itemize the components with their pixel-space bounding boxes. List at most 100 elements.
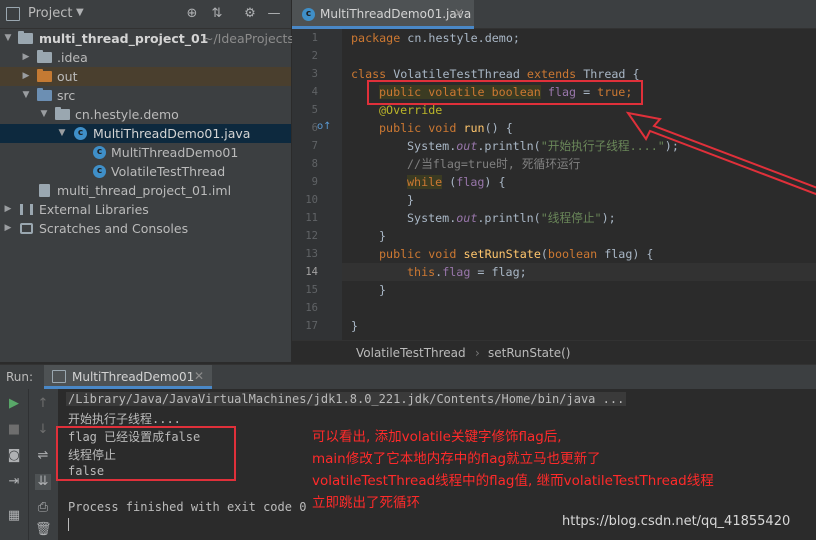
scroll-to-end-icon[interactable]: ⇊ [35, 474, 51, 490]
token: class [351, 67, 387, 81]
tree-item-label: multi_thread_project_01 [39, 31, 209, 46]
code-line-15: } [379, 281, 386, 299]
collapsed-arrow-icon[interactable]: ▶ [21, 48, 31, 67]
run-panel-header: Run: MultiThreadDemo01 ✕ [0, 364, 816, 389]
print-icon[interactable]: ⎙ [35, 500, 51, 516]
tab-multithreaddemo01[interactable]: c MultiThreadDemo01.java ✕ [292, 0, 474, 29]
class-icon: c [93, 146, 106, 159]
trash-icon[interactable]: 🗑 [35, 522, 52, 538]
token: VolatileTestThread [386, 67, 527, 81]
folder-icon [37, 88, 52, 101]
breadcrumb-separator-icon: › [475, 346, 480, 360]
override-marker-icon[interactable]: o↑ [317, 121, 332, 132]
line-number: 14 [305, 266, 318, 278]
tree-item-java-file[interactable]: ▼ c MultiThreadDemo01.java [0, 124, 291, 143]
expand-arrow-icon[interactable]: ▼ [39, 105, 49, 124]
token: System. [407, 211, 457, 225]
java-file-icon: c [302, 8, 315, 21]
expand-arrow-icon[interactable]: ▼ [3, 29, 13, 48]
project-panel-title[interactable]: Project [28, 6, 72, 21]
tree-item-external-libraries[interactable]: ▶ External Libraries [0, 200, 291, 219]
token: } [379, 283, 387, 297]
line-number: 4 [311, 86, 318, 98]
line-number: 5 [311, 104, 318, 116]
line-number: 11 [305, 212, 318, 224]
breadcrumb-item[interactable]: VolatileTestThread [356, 341, 466, 365]
token: run [463, 121, 485, 135]
collapsed-arrow-icon[interactable]: ▶ [21, 67, 31, 86]
chevron-down-icon[interactable]: ▼ [76, 7, 84, 18]
tree-item-class-main[interactable]: c MultiThreadDemo01 [0, 143, 291, 162]
tree-item-out[interactable]: ▶ out [0, 67, 291, 86]
tree-item-label: .idea [57, 50, 88, 65]
tree-item-label: out [57, 69, 78, 84]
token: () { [484, 121, 513, 135]
token: .println( [477, 139, 541, 153]
run-tab[interactable]: MultiThreadDemo01 ✕ [44, 365, 212, 389]
line-number: 2 [311, 50, 318, 62]
tree-item-class-volatile[interactable]: c VolatileTestThread [0, 162, 291, 181]
run-toolbar-divider [28, 389, 29, 540]
close-icon[interactable]: ✕ [454, 6, 464, 20]
line-number: 15 [305, 284, 318, 296]
collapsed-arrow-icon[interactable]: ▶ [3, 200, 13, 219]
rerun-icon[interactable]: ▶ [6, 396, 22, 412]
tab-label: MultiThreadDemo01.java [320, 7, 472, 21]
token: ( [540, 247, 548, 261]
token: flag [442, 265, 471, 279]
soft-wrap-icon[interactable]: ⇌ [35, 448, 51, 464]
token: } [379, 229, 387, 243]
tree-item-scratches[interactable]: ▶ Scratches and Consoles [0, 219, 291, 238]
up-icon[interactable]: ↑ [35, 396, 51, 412]
token: this [407, 265, 436, 279]
down-icon[interactable]: ↓ [35, 422, 51, 438]
token: setRunState [463, 247, 541, 261]
token: } [407, 193, 415, 207]
locate-icon[interactable]: ⊕ [184, 6, 200, 22]
package-icon [55, 107, 70, 120]
tree-item-project-root[interactable]: ▼ multi_thread_project_01 ~/IdeaProjects [0, 29, 294, 48]
code-line-12: } [379, 227, 386, 245]
scratches-icon [20, 223, 33, 234]
tree-item-idea[interactable]: ▶ .idea [0, 48, 291, 67]
tree-item-label: MultiThreadDemo01.java [93, 126, 251, 141]
folder-icon [37, 69, 52, 82]
library-icon [20, 204, 33, 215]
camera-icon[interactable]: ◙ [6, 448, 22, 464]
folder-icon [37, 50, 52, 63]
hide-panel-icon[interactable]: — [266, 6, 282, 22]
exit-icon[interactable]: ⇥ [6, 474, 22, 490]
collapsed-arrow-icon[interactable]: ▶ [3, 219, 13, 238]
class-icon: c [93, 165, 106, 178]
token: ); [601, 211, 616, 225]
token: //当flag=true时, 死循环运行 [407, 157, 581, 171]
code-line-13: public void setRunState(boolean flag) { [379, 245, 653, 263]
project-view-icon[interactable] [6, 7, 20, 21]
tree-item-src[interactable]: ▼ src [0, 86, 291, 105]
java-file-icon: c [74, 127, 87, 140]
tree-item-package[interactable]: ▼ cn.hestyle.demo [0, 105, 291, 124]
stop-icon[interactable]: ■ [6, 422, 22, 438]
gear-icon[interactable]: ⚙ [242, 6, 258, 22]
tree-item-iml[interactable]: multi_thread_project_01.iml [0, 181, 291, 200]
token: public void [379, 247, 457, 261]
token: ) { [484, 175, 506, 189]
token: flag [456, 175, 485, 189]
token: public void [379, 121, 457, 135]
expand-arrow-icon[interactable]: ▼ [57, 124, 67, 143]
token: ( [442, 175, 457, 189]
tree-item-label: MultiThreadDemo01 [111, 145, 239, 160]
project-panel-header: Project ▼ ⊕ ⇅ ⚙ — [0, 0, 291, 29]
tree-item-label: src [57, 88, 76, 103]
breadcrumb-item[interactable]: setRunState() [488, 341, 570, 365]
expand-arrow-icon[interactable]: ▼ [21, 86, 31, 105]
close-icon[interactable]: ✕ [194, 369, 204, 383]
annotation-line: main修改了它本地内存中的flag就立马也更新了 [312, 451, 601, 467]
line-number: 16 [305, 302, 318, 314]
code-line-14: this.flag = flag; [407, 263, 527, 281]
watermark: https://blog.csdn.net/qq_41855420 [562, 514, 791, 529]
layout-icon[interactable]: ▦ [6, 508, 22, 524]
tree-item-label: VolatileTestThread [111, 164, 226, 179]
red-arrow [625, 111, 816, 196]
collapse-all-icon[interactable]: ⇅ [209, 6, 225, 22]
